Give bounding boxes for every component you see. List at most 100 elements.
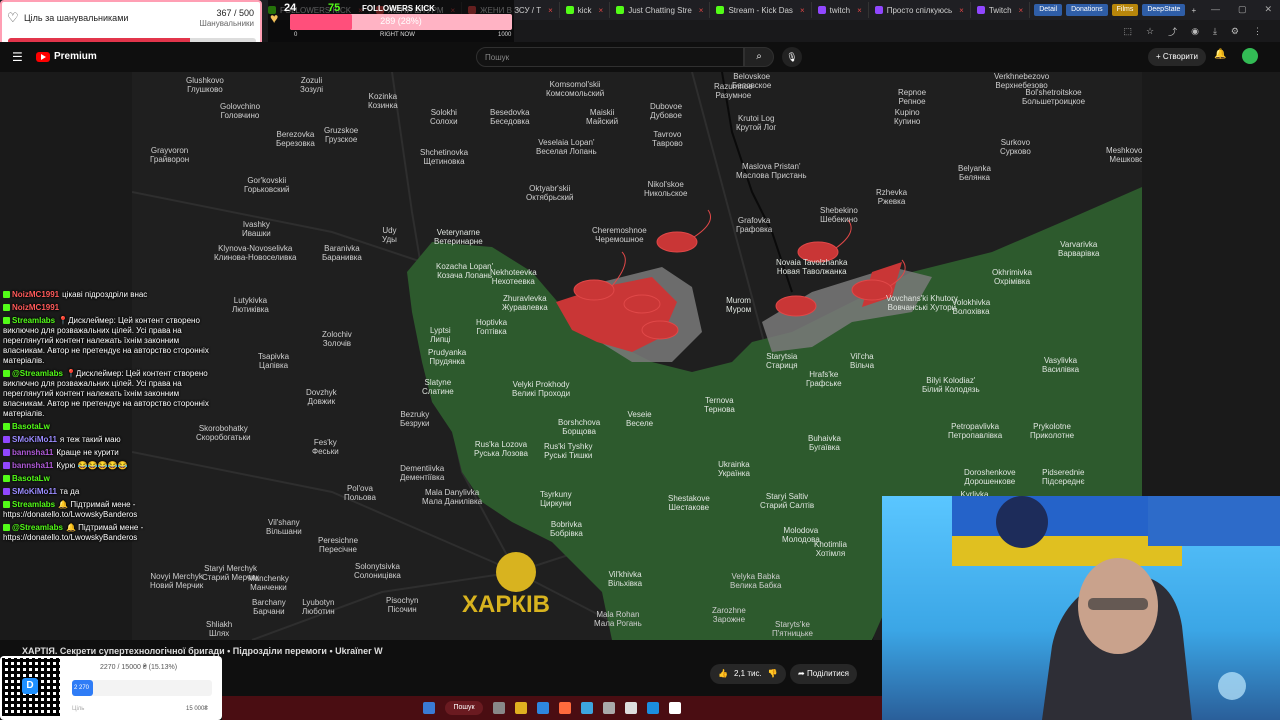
map-place-label: Bol'shetroitskoe Большетроицкое <box>1022 88 1086 106</box>
share-button[interactable]: ➦ Поділитися <box>790 664 858 684</box>
map-place-label: Vil'khivka Вільхівка <box>608 570 643 588</box>
chat-text: цікаві підроздріли внас <box>62 290 148 299</box>
telegram-icon[interactable] <box>580 702 593 714</box>
map-place-label: Ivashky Ивашки <box>242 220 271 238</box>
avatar[interactable] <box>1242 48 1258 64</box>
taskbar-search[interactable]: Пошук <box>445 701 483 715</box>
map-place-label: Murom Муром <box>726 296 752 314</box>
youtube-play-icon <box>36 51 50 62</box>
rat-tail <box>693 209 711 238</box>
close-tab-icon[interactable]: × <box>548 6 553 15</box>
tab-label: kick <box>577 5 592 15</box>
rat-marker <box>623 294 661 314</box>
emblem <box>996 496 1048 548</box>
chat-text: Курю 😂😂😂😂😂 <box>56 461 128 470</box>
map-place-label: Rzhevka Ржевка <box>876 188 908 206</box>
map-place-label: Glushkovo Глушково <box>186 76 224 94</box>
firefox-icon[interactable] <box>558 702 571 714</box>
maximize-icon[interactable]: ▢ <box>1238 4 1247 15</box>
folder-icon[interactable] <box>514 702 527 714</box>
tab-label: Just Chatting Stre <box>628 5 692 15</box>
create-button[interactable]: + Створити <box>1148 48 1206 66</box>
map-place-label: Kupino Купино <box>894 108 921 126</box>
search-icon: ⌕ <box>756 51 762 62</box>
close-tab-icon[interactable]: × <box>959 6 964 15</box>
like-button[interactable]: 👍 2,1 тис. 👎 <box>710 664 786 684</box>
map-place-label: Hoptivka Гоптівка <box>476 318 508 336</box>
search-input[interactable]: Пошук <box>476 47 744 67</box>
bookmark-films[interactable]: Films <box>1111 4 1139 16</box>
bookmark-detail[interactable]: Detail <box>1034 4 1063 16</box>
map-place-label: Shchetinovka Щетиновка <box>420 148 469 166</box>
chat-message: NoizMC1991 цікаві підроздріли внас <box>3 290 213 300</box>
rat-marker <box>656 231 698 253</box>
map-place-label: Shebekino Шебекино <box>820 206 858 224</box>
rat-tail <box>835 219 852 249</box>
obs-icon[interactable] <box>668 702 681 714</box>
heart-icon: ♡ <box>7 10 19 25</box>
bookmark-deepstate[interactable]: DeepState <box>1142 4 1186 16</box>
browser-tab[interactable]: Twitch × <box>971 2 1031 18</box>
extensions-icon[interactable]: ⬚ <box>1123 26 1132 37</box>
kick-badge-icon <box>3 501 10 509</box>
map-place-label: Bezruky Безруки <box>400 410 430 428</box>
browser-tab[interactable]: Stream - Kick Das × <box>710 2 812 18</box>
youtube-logo-text: Premium <box>54 51 97 62</box>
tab-label: Просто спілкуюсь <box>886 5 953 15</box>
map-place-label: Ternova Тернова <box>704 396 735 414</box>
edge-icon[interactable] <box>536 702 549 714</box>
tab-label: twitch <box>829 5 851 15</box>
chat-message: @Streamlabs 📍Дисклеймер: Цей контент ство… <box>3 369 213 419</box>
close-tab-icon[interactable]: × <box>800 6 805 15</box>
browser-tab[interactable]: Just Chatting Stre × <box>610 2 711 18</box>
map-place-label: Vovchans'ki Khutory Вовчанські Хутори <box>886 294 958 312</box>
new-tab-button[interactable]: + <box>1191 6 1196 15</box>
map-place-label: Okhrimivka Охрімівка <box>992 268 1033 286</box>
map-place-label: Volokhivka Волохівка <box>952 298 991 316</box>
chat-username: @Streamlabs <box>12 523 63 532</box>
steam-icon[interactable] <box>646 702 659 714</box>
video-title: ХАРТІЯ. Секрети супертехнологічної брига… <box>22 646 383 656</box>
browser-tab[interactable]: Просто спілкуюсь × <box>869 2 971 18</box>
youtube-header: ☰ Premium Пошук ⌕ 🎙 + Створити 🔔 <box>0 42 1280 72</box>
map-place-label: Mala Rohan Мала Рогань <box>594 610 642 628</box>
map-place-label: Tsyrkuny Циркуни <box>540 490 572 508</box>
map-place-label: Velyka Babka Велика Бабка <box>730 572 782 590</box>
bell-icon[interactable]: 🔔 <box>1214 49 1226 60</box>
tab-favicon-icon <box>976 6 985 14</box>
map-place-label: Peresichne Пересічне <box>318 536 359 554</box>
browser-tab[interactable]: kick × <box>560 2 611 18</box>
close-tab-icon[interactable]: × <box>699 6 704 15</box>
browser-tab[interactable]: twitch × <box>812 2 869 18</box>
chrome-icon[interactable] <box>624 702 637 714</box>
close-window-icon[interactable]: ✕ <box>1264 4 1272 15</box>
map-place-label: Belyanka Белянка <box>958 164 991 182</box>
start-icon[interactable] <box>423 702 436 714</box>
donation-progress-bar: 2 270 <box>72 680 212 696</box>
star-icon[interactable]: ☆ <box>1146 26 1154 37</box>
map-place-label: Zarozhne Зарожне <box>712 606 746 624</box>
map-place-label: Veterynarne Ветеринарне <box>434 228 483 246</box>
app-icon[interactable] <box>602 702 615 714</box>
settings-icon[interactable]: ⚙ <box>1231 26 1239 37</box>
search-button[interactable]: ⌕ <box>744 47 774 67</box>
more-icon[interactable]: ⋮ <box>1253 26 1262 37</box>
thumbs-down-icon[interactable]: 👎 <box>768 664 778 684</box>
close-tab-icon[interactable]: × <box>1019 6 1024 15</box>
mic-button[interactable]: 🎙 <box>782 47 802 67</box>
hamburger-menu-icon[interactable]: ☰ <box>12 50 23 64</box>
map-place-label: Lyubotyn Люботин <box>302 598 335 616</box>
close-tab-icon[interactable]: × <box>857 6 862 15</box>
download-icon[interactable]: ⤓ <box>1213 26 1217 37</box>
map-place-label: Zolochiv Золочів <box>322 330 352 348</box>
youtube-logo[interactable]: Premium <box>36 51 97 62</box>
flag-yellow <box>952 536 1182 566</box>
chat-message: Streamlabs 📍Дисклеймер: Цей контент створ… <box>3 316 213 366</box>
share-icon[interactable]: ⤴ <box>1168 25 1177 38</box>
map-place-label: Mala Danylivka Мала Данилівка <box>422 488 483 506</box>
close-tab-icon[interactable]: × <box>599 6 604 15</box>
task-view-icon[interactable] <box>492 702 505 714</box>
profile-icon[interactable]: ◉ <box>1191 26 1199 37</box>
minimize-icon[interactable]: — <box>1211 4 1220 15</box>
bookmark-donations[interactable]: Donations <box>1066 4 1108 16</box>
